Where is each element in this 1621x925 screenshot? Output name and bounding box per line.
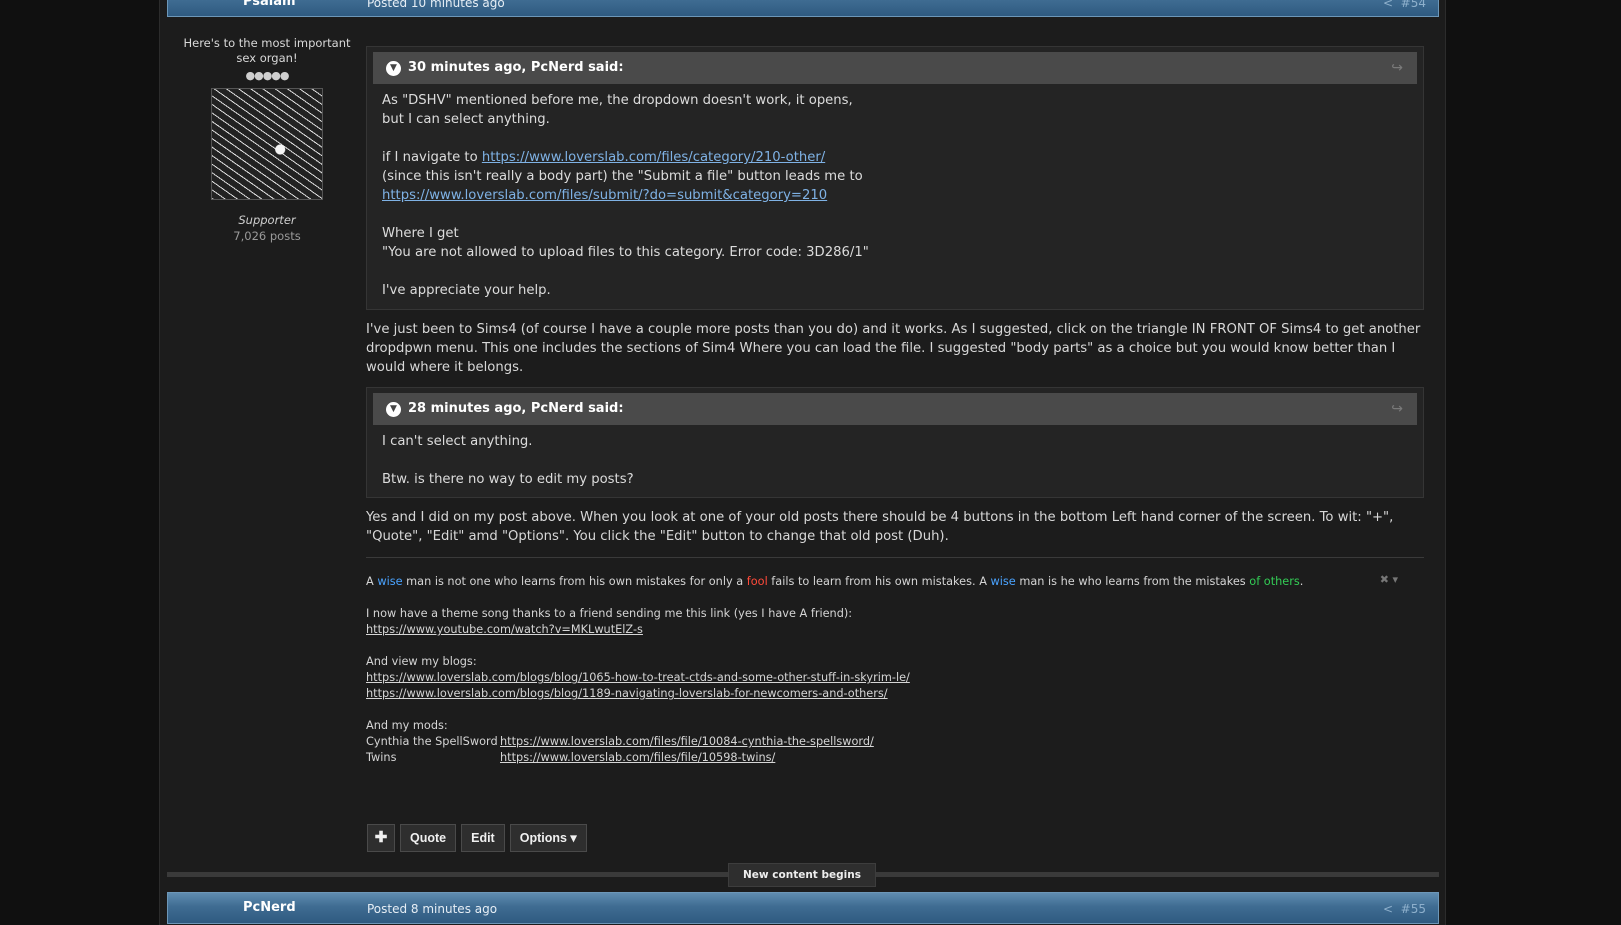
- sig-text: A: [366, 575, 378, 588]
- avatar[interactable]: [211, 88, 323, 200]
- quote-block: ▼ 28 minutes ago, PcNerd said: ↪ I can't…: [366, 387, 1424, 498]
- quote-text-prefix: if I navigate to: [382, 150, 482, 165]
- quote-text: Where I get: [382, 226, 459, 241]
- post-controls: ✚ Quote Edit Options ▾: [367, 824, 587, 852]
- sig-mods-label: And my mods:: [366, 719, 448, 732]
- chevron-down-icon[interactable]: ▼: [386, 402, 401, 417]
- post-number[interactable]: #55: [1401, 902, 1426, 916]
- share-icon[interactable]: ↪: [1391, 393, 1403, 425]
- signature: ✖ ▾ A wise man is not one who learns fro…: [366, 572, 1406, 766]
- post-header: PcNerd Posted 8 minutes ago < #55: [167, 892, 1439, 924]
- quote-text: As "DSHV" mentioned before me, the dropd…: [382, 93, 853, 108]
- blog-link[interactable]: https://www.loverslab.com/blogs/blog/118…: [366, 687, 888, 700]
- quote-citation-text[interactable]: 28 minutes ago, PcNerd said:: [408, 401, 624, 416]
- sig-text: .: [1299, 575, 1304, 588]
- share-icon[interactable]: <: [1383, 902, 1393, 916]
- quote-button[interactable]: Quote: [400, 824, 457, 852]
- quote-text: Btw. is there no way to edit my posts?: [382, 472, 634, 487]
- signature-divider: [366, 557, 1424, 558]
- post-date[interactable]: Posted 10 minutes ago: [367, 0, 505, 10]
- post-author-name[interactable]: Psalam: [243, 0, 296, 9]
- mod-name: Twins: [366, 751, 397, 764]
- signature-quote: A wise man is not one who learns from hi…: [366, 574, 1406, 590]
- sig-wise: wise: [990, 575, 1016, 588]
- quote-citation: ▼ 28 minutes ago, PcNerd said: ↪: [373, 393, 1417, 425]
- edit-button[interactable]: Edit: [461, 824, 505, 852]
- post-text: Yes and I did on my post above. When you…: [366, 510, 1394, 544]
- quote-text: if I navigate to https://www.loverslab.c…: [382, 148, 1408, 167]
- post-text: I've just been to Sims4 (of course I hav…: [366, 322, 1421, 375]
- quote-content: As "DSHV" mentioned before me, the dropd…: [367, 84, 1423, 308]
- mod-link[interactable]: https://www.loverslab.com/files/file/100…: [500, 735, 874, 748]
- post-header: Psalam Posted 10 minutes ago < #54: [167, 0, 1439, 17]
- sig-theme-text: I now have a theme song thanks to a frie…: [366, 607, 853, 620]
- quote-citation-text[interactable]: 30 minutes ago, PcNerd said:: [408, 60, 624, 75]
- post-author-name[interactable]: PcNerd: [243, 900, 296, 915]
- new-content-label: New content begins here: [728, 863, 876, 903]
- mod-name: Cynthia the SpellSword: [366, 735, 498, 748]
- quote-content: I can't select anything. Btw. is there n…: [367, 425, 1423, 497]
- author-title: Here's to the most important sex organ!: [183, 36, 351, 65]
- sig-others: of others: [1249, 575, 1300, 588]
- react-plus-button[interactable]: ✚: [367, 824, 395, 852]
- sig-text: man is he who learns from the mistakes: [1015, 575, 1250, 588]
- blog-link[interactable]: https://www.loverslab.com/blogs/blog/106…: [366, 671, 910, 684]
- sig-text: man is not one who learns from his own m…: [402, 575, 747, 588]
- share-icon[interactable]: <: [1383, 0, 1393, 10]
- quote-text: https://www.loverslab.com/files/submit/?…: [382, 186, 1408, 205]
- mod-link[interactable]: https://www.loverslab.com/files/file/105…: [500, 751, 775, 764]
- chevron-down-icon[interactable]: ▼: [386, 61, 401, 76]
- post-number[interactable]: #54: [1401, 0, 1426, 10]
- post-count: 7,026 posts: [233, 229, 301, 243]
- sig-blogs-label: And view my blogs:: [366, 655, 477, 668]
- quote-text: I've appreciate your help.: [382, 283, 551, 298]
- author-panel: Here's to the most important sex organ! …: [183, 36, 351, 243]
- options-button[interactable]: Options ▾: [509, 824, 587, 852]
- post-date[interactable]: Posted 8 minutes ago: [367, 902, 497, 916]
- youtube-link[interactable]: https://www.youtube.com/watch?v=MKLwutEl…: [366, 623, 643, 636]
- sig-wise: wise: [377, 575, 403, 588]
- quote-text: I can't select anything.: [382, 434, 533, 449]
- quote-text: (since this isn't really a body part) th…: [382, 169, 863, 184]
- quote-text: "You are not allowed to upload files to …: [382, 245, 869, 260]
- sig-text: fails to learn from his own mistakes. A: [767, 575, 991, 588]
- close-icon[interactable]: ✖ ▾: [1380, 572, 1398, 588]
- category-link[interactable]: https://www.loverslab.com/files/category…: [482, 150, 825, 165]
- submit-link[interactable]: https://www.loverslab.com/files/submit/?…: [382, 188, 827, 203]
- quote-citation: ▼ 30 minutes ago, PcNerd said: ↪: [373, 52, 1417, 84]
- member-group: Supporter: [238, 213, 296, 227]
- sig-fool: fool: [746, 575, 768, 588]
- reputation-pips: ●●●●●: [245, 69, 290, 82]
- quote-text: but I can select anything.: [382, 112, 550, 127]
- quote-block: ▼ 30 minutes ago, PcNerd said: ↪ As "DSH…: [366, 46, 1424, 310]
- share-icon[interactable]: ↪: [1391, 52, 1403, 84]
